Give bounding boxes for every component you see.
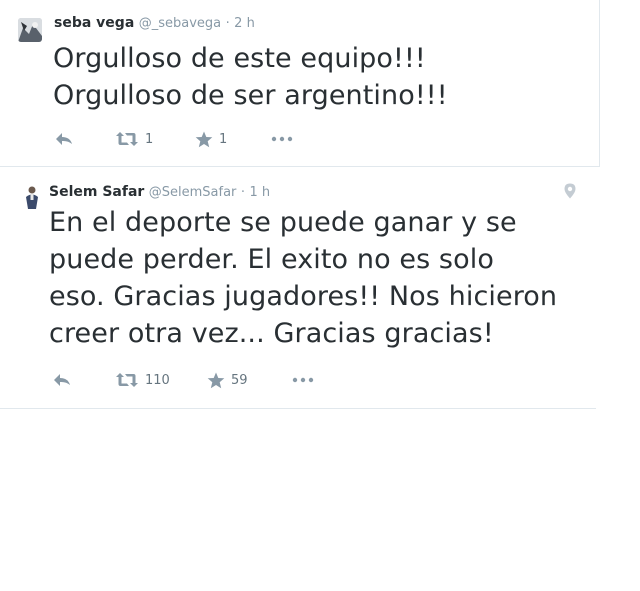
- favorite-star-icon: [195, 131, 213, 147]
- tweet-text-line: eso. Gracias jugadores!! Nos hicieron: [49, 281, 558, 312]
- retweet-button[interactable]: 1: [115, 128, 153, 150]
- tweet-text: Orgulloso de este equipo!!! Orgulloso de…: [53, 40, 448, 114]
- tweet-actions: 110 59: [0, 369, 596, 391]
- reply-button[interactable]: [54, 128, 74, 150]
- favorite-button[interactable]: 1: [195, 128, 227, 150]
- more-button[interactable]: [292, 369, 314, 391]
- favorite-button[interactable]: 59: [207, 369, 248, 391]
- retweet-icon: [116, 373, 138, 387]
- user-handle[interactable]: @_sebavega: [139, 16, 221, 31]
- user-handle[interactable]: @SelemSafar: [149, 185, 237, 200]
- separator: ·: [240, 185, 245, 200]
- retweet-count: 1: [145, 131, 154, 147]
- tweet-header: seba vega @_sebavega · 2 h: [54, 14, 255, 33]
- location-pin-icon: [564, 183, 576, 199]
- tweet-text-line: puede perder. El exito no es solo: [49, 244, 494, 275]
- favorite-count: 59: [231, 372, 248, 388]
- separator: ·: [225, 16, 230, 31]
- tweet-text-line: Orgulloso de ser argentino!!!: [53, 80, 448, 111]
- avatar[interactable]: [18, 18, 42, 42]
- more-button[interactable]: [271, 128, 293, 150]
- more-icon: [292, 377, 314, 383]
- avatar[interactable]: [20, 185, 44, 209]
- timestamp[interactable]: 2 h: [234, 16, 255, 31]
- retweet-icon: [116, 132, 138, 146]
- reply-button[interactable]: [52, 369, 72, 391]
- tweet-text: En el deporte se puede ganar y se puede …: [49, 204, 557, 352]
- more-icon: [271, 136, 293, 142]
- reply-icon: [54, 374, 70, 386]
- tweet-text-line: Orgulloso de este equipo!!!: [53, 43, 426, 74]
- user-fullname[interactable]: seba vega: [54, 15, 134, 31]
- favorite-star-icon: [207, 372, 225, 388]
- tweet-header: Selem Safar @SelemSafar · 1 h: [49, 183, 270, 202]
- reply-icon: [56, 133, 72, 145]
- tweet[interactable]: Selem Safar @SelemSafar · 1 h En el depo…: [0, 167, 596, 409]
- retweet-count: 110: [145, 372, 170, 388]
- retweet-button[interactable]: 110: [115, 369, 170, 391]
- tweet-actions: 1 1: [0, 128, 599, 150]
- tweet-text-line: En el deporte se puede ganar y se: [49, 207, 517, 238]
- tweet[interactable]: seba vega @_sebavega · 2 h Orgulloso de …: [0, 0, 600, 167]
- timestamp[interactable]: 1 h: [249, 185, 270, 200]
- tweet-text-line: creer otra vez... Gracias gracias!: [49, 318, 494, 349]
- user-fullname[interactable]: Selem Safar: [49, 184, 144, 200]
- location-button[interactable]: [564, 183, 576, 203]
- favorite-count: 1: [219, 131, 228, 147]
